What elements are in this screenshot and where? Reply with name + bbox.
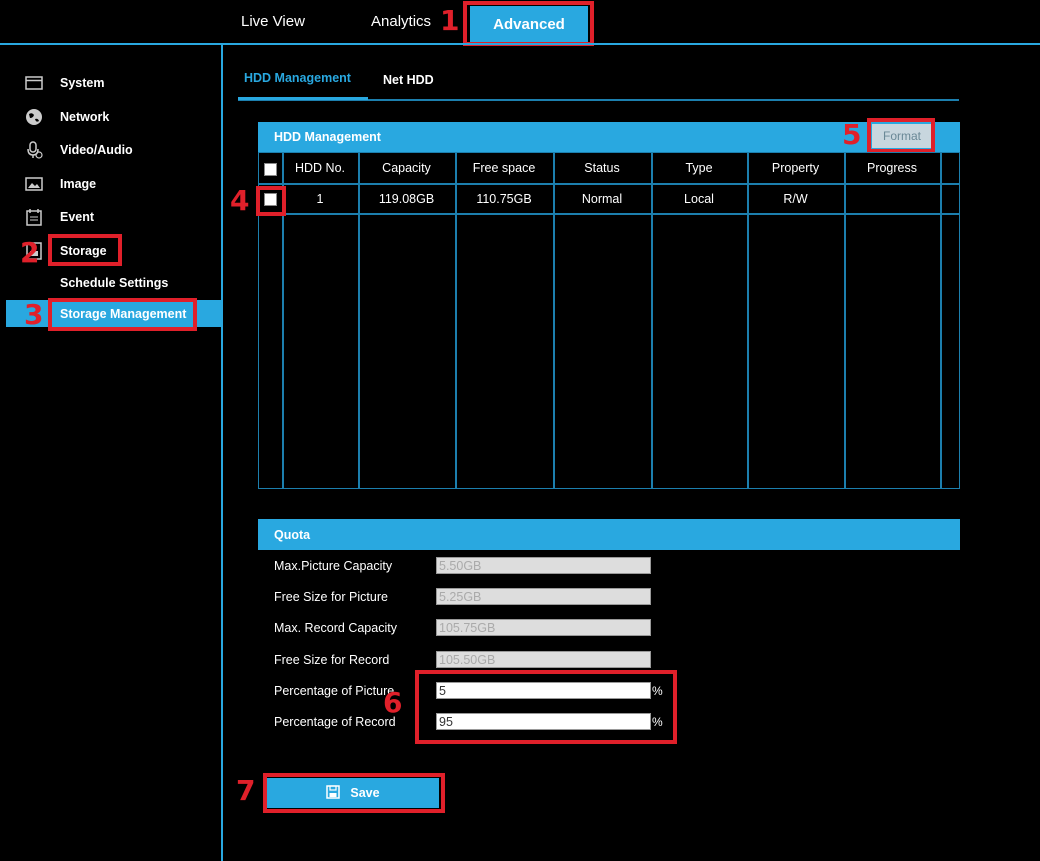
annotation-5: 5 bbox=[842, 118, 862, 151]
window-icon bbox=[24, 75, 44, 91]
max-picture-capacity-label: Max.Picture Capacity bbox=[274, 559, 393, 573]
sidebar-item-video-audio[interactable]: Video/Audio bbox=[24, 139, 133, 161]
column-header: Progress bbox=[866, 161, 918, 175]
topnav-divider bbox=[0, 43, 1040, 45]
percentage-picture-label: Percentage of Picture bbox=[274, 684, 395, 698]
sidebar-item-label: System bbox=[60, 76, 105, 90]
table-cell: 110.75GB bbox=[476, 192, 532, 206]
annotation-4: 4 bbox=[230, 184, 250, 217]
highlight-box-format bbox=[867, 118, 935, 153]
max-record-capacity-field bbox=[436, 619, 651, 636]
column-header: HDD No. bbox=[294, 161, 345, 175]
tab-net-hdd[interactable]: Net HDD bbox=[383, 73, 434, 87]
nav-live-view[interactable]: Live View bbox=[241, 13, 305, 30]
quota-panel-title: Quota bbox=[274, 527, 311, 542]
globe-icon bbox=[24, 109, 44, 125]
image-icon bbox=[24, 176, 44, 192]
sidebar-item-network[interactable]: Network bbox=[24, 106, 109, 128]
free-size-picture-field bbox=[436, 588, 651, 605]
column-header: Free space bbox=[472, 161, 536, 175]
highlight-box-percentages bbox=[415, 670, 677, 744]
annotation-6: 6 bbox=[383, 686, 403, 719]
microphone-icon bbox=[24, 141, 44, 159]
percentage-record-label: Percentage of Record bbox=[274, 715, 396, 729]
sidebar-item-image[interactable]: Image bbox=[24, 173, 96, 195]
tab-hdd-management[interactable]: HDD Management bbox=[244, 71, 351, 85]
table-cell: R/W bbox=[783, 192, 808, 206]
table-cell: Normal bbox=[581, 192, 623, 206]
annotation-7: 7 bbox=[236, 774, 256, 807]
hdd-table: HDD No. Capacity Free space Status Type … bbox=[258, 152, 960, 489]
quota-panel-header: Quota bbox=[258, 519, 960, 550]
highlight-box-storage-management bbox=[48, 298, 197, 331]
max-record-capacity-label: Max. Record Capacity bbox=[274, 621, 397, 635]
column-header: Type bbox=[685, 161, 713, 175]
column-header: Property bbox=[771, 161, 820, 175]
column-header: Status bbox=[584, 161, 620, 175]
hdd-panel-title: HDD Management bbox=[274, 130, 381, 144]
free-size-record-field bbox=[436, 651, 651, 668]
calendar-icon bbox=[24, 209, 44, 226]
sidebar-item-system[interactable]: System bbox=[24, 72, 104, 94]
active-tab-indicator bbox=[238, 97, 368, 100]
column-header: Capacity bbox=[382, 161, 431, 175]
table-cell: Local bbox=[684, 192, 714, 206]
highlight-box-storage bbox=[48, 234, 122, 266]
sidebar-item-label: Image bbox=[60, 177, 97, 191]
highlight-box-save bbox=[263, 773, 445, 813]
annotation-1: 1 bbox=[440, 4, 460, 37]
table-cell: 119.08GB bbox=[378, 192, 435, 206]
nav-analytics[interactable]: Analytics bbox=[371, 13, 431, 30]
sidebar-divider bbox=[221, 45, 223, 861]
sidebar-item-label: Event bbox=[60, 210, 95, 224]
highlight-box-checkbox bbox=[256, 186, 286, 216]
table-cell: 1 bbox=[316, 192, 324, 206]
sidebar-item-schedule-settings[interactable]: Schedule Settings bbox=[60, 276, 168, 290]
sidebar-item-label: Video/Audio bbox=[60, 143, 133, 157]
sidebar-item-label: Network bbox=[60, 110, 110, 124]
free-size-picture-label: Free Size for Picture bbox=[274, 590, 388, 604]
select-all-checkbox[interactable] bbox=[264, 163, 277, 176]
sidebar-item-event[interactable]: Event bbox=[24, 206, 94, 228]
max-picture-capacity-field bbox=[436, 557, 651, 574]
highlight-box-advanced bbox=[463, 1, 594, 46]
free-size-record-label: Free Size for Record bbox=[274, 653, 390, 667]
annotation-2: 2 bbox=[20, 236, 40, 269]
annotation-3: 3 bbox=[24, 298, 44, 331]
